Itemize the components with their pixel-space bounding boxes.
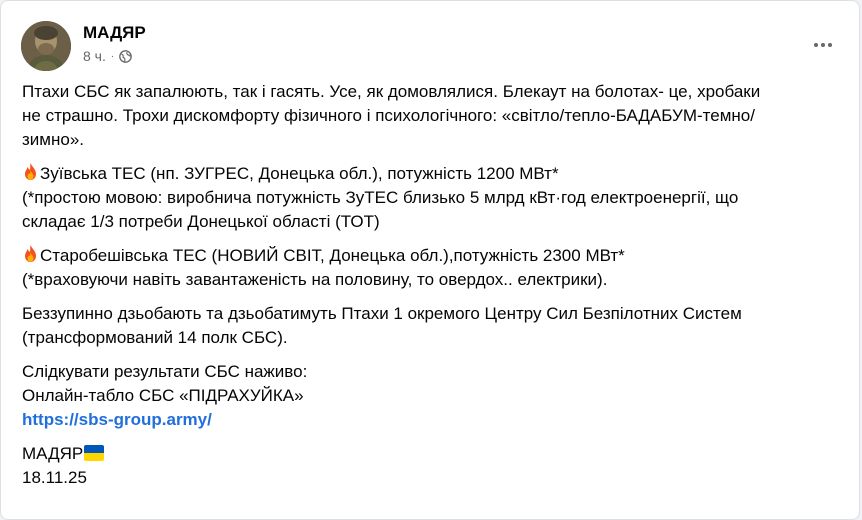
text-line: Беззупинно дзьобають та дзьобатимуть Пта…: [22, 304, 742, 323]
more-options-icon-dot: [828, 43, 832, 47]
paragraph-signature: МАДЯР 18.11.25: [22, 442, 842, 490]
text-line: Онлайн-табло СБС «ПІДРАХУЙКА»: [22, 386, 304, 405]
author-avatar[interactable]: [21, 21, 71, 71]
text-line: (трансформований 14 полк СБС).: [22, 328, 288, 347]
post-date-text: 18.11.25: [22, 468, 87, 487]
text-line: МАДЯР: [22, 442, 842, 466]
post-meta: 8 ч. ·: [83, 48, 133, 64]
text-line: Слідкувати результати СБС наживо:: [22, 362, 308, 381]
text-line: https://sbs-group.army/: [22, 408, 842, 432]
more-options-icon-dot: [821, 43, 825, 47]
post-header: МАДЯР 8 ч. ·: [21, 21, 841, 73]
text-line: Зуївська ТЕС (нп. ЗУГРЕС, Донецька обл.)…: [22, 162, 842, 186]
text-line: Старобешівська ТЕС (НОВИЙ СВІТ, Донецька…: [22, 244, 842, 268]
post-body: Птахи СБС як запалюють, так і гасять. Ус…: [22, 80, 842, 500]
text-line: (*враховуючи навіть завантаженість на по…: [22, 270, 608, 289]
fire-icon: [22, 162, 39, 182]
more-options-icon: [814, 43, 818, 47]
text-line: (*простою мовою: виробнича потужність Зу…: [22, 188, 739, 207]
paragraph-zuivska: Зуївська ТЕС (нп. ЗУГРЕС, Донецька обл.)…: [22, 162, 842, 234]
paragraph-units: Беззупинно дзьобають та дзьобатимуть Пта…: [22, 302, 842, 350]
post-time[interactable]: 8 ч.: [83, 48, 106, 64]
sbs-link[interactable]: https://sbs-group.army/: [22, 410, 212, 429]
text-line: не страшно. Трохи дискомфорту фізичного …: [22, 106, 755, 125]
ukraine-flag-icon: [84, 445, 105, 461]
globe-icon[interactable]: [119, 49, 133, 63]
fire-icon: [22, 244, 39, 264]
meta-separator: ·: [110, 50, 115, 62]
paragraph-starobeshivska: Старобешівська ТЕС (НОВИЙ СВІТ, Донецька…: [22, 244, 842, 292]
paragraph-intro: Птахи СБС як запалюють, так і гасять. Ус…: [22, 80, 842, 152]
text-line: Птахи СБС як запалюють, так і гасять. Ус…: [22, 82, 761, 101]
signature: МАДЯР: [22, 444, 84, 463]
zuivska-headline: Зуївська ТЕС (нп. ЗУГРЕС, Донецька обл.)…: [40, 164, 559, 183]
starobeshivska-headline: Старобешівська ТЕС (НОВИЙ СВІТ, Донецька…: [40, 246, 625, 265]
post-card: МАДЯР 8 ч. · Птахи СБС як запалюють, так…: [0, 0, 860, 520]
more-options-button[interactable]: [805, 31, 841, 59]
text-line: складає 1/3 потреби Донецької області (Т…: [22, 212, 380, 231]
text-line: зимно».: [22, 130, 84, 149]
paragraph-follow: Слідкувати результати СБС наживо: Онлайн…: [22, 360, 842, 432]
author-name[interactable]: МАДЯР: [83, 23, 146, 43]
